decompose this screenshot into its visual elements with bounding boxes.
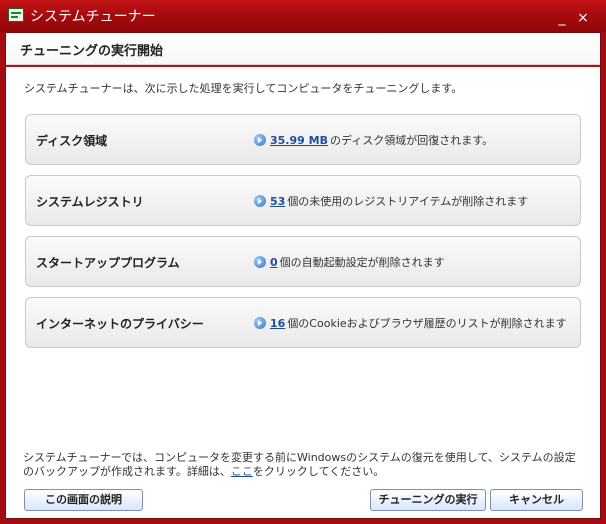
details-link[interactable]: ここ <box>231 465 253 478</box>
internet-privacy-detail-text: 個のCookieおよびブラウザ履歴のリストが削除されます <box>287 317 567 330</box>
internet-privacy-count-link[interactable]: 16 <box>270 317 285 330</box>
restore-point-note-line-2: のバックアップが作成されます。詳細は、ここをクリックしてください。 <box>23 465 583 479</box>
restore-point-note-line-2-before: のバックアップが作成されます。詳細は、 <box>23 465 231 478</box>
header-divider <box>6 65 600 67</box>
startup-programs-detail-text: 個の自動起動設定が削除されます <box>279 256 445 269</box>
internet-privacy-detail: 16 個のCookieおよびブラウザ履歴のリストが削除されます <box>254 315 567 331</box>
system-tuner-icon <box>8 8 24 22</box>
arrow-right-circle-icon[interactable] <box>254 195 266 207</box>
internet-privacy-title: インターネットのプライバシー <box>36 317 204 331</box>
registry-card: システムレジストリ 53 個の未使用のレジストリアイテムが削除されます <box>25 175 581 226</box>
disk-space-card: ディスク領域 35.99 MB のディスク領域が回復されます。 <box>25 114 581 165</box>
close-button[interactable]: × <box>574 10 592 26</box>
dialog-header: チューニングの実行開始 <box>6 33 600 65</box>
restore-point-note-line-2-after: をクリックしてください。 <box>252 465 385 478</box>
dialog-content: チューニングの実行開始 システムチューナーは、次に示した処理を実行してコンピュー… <box>5 32 601 519</box>
start-tuning-button[interactable]: チューニングの実行 <box>370 489 486 511</box>
minimize-button[interactable]: _ <box>553 10 571 26</box>
startup-programs-count-link[interactable]: 0 <box>270 256 278 269</box>
disk-space-title: ディスク領域 <box>36 134 108 148</box>
restore-point-note-line-1: システムチューナーでは、コンピュータを変更する前にWindowsのシステムの復元… <box>23 451 576 464</box>
startup-programs-title: スタートアッププログラム <box>36 256 180 270</box>
registry-detail-text: 個の未使用のレジストリアイテムが削除されます <box>287 195 529 208</box>
startup-programs-card: スタートアッププログラム 0 個の自動起動設定が削除されます <box>25 236 581 287</box>
arrow-right-circle-icon[interactable] <box>254 256 266 268</box>
registry-count-link[interactable]: 53 <box>270 195 285 208</box>
disk-space-detail: 35.99 MB のディスク領域が回復されます。 <box>254 132 493 148</box>
registry-detail: 53 個の未使用のレジストリアイテムが削除されます <box>254 193 528 209</box>
title-bar[interactable]: システムチューナー _ × <box>0 0 606 32</box>
internet-privacy-card: インターネットのプライバシー 16 個のCookieおよびブラウザ履歴のリストが削… <box>25 297 581 348</box>
window-title: システムチューナー <box>30 9 156 25</box>
disk-space-count-link[interactable]: 35.99 MB <box>270 134 328 147</box>
page-title: チューニングの実行開始 <box>20 44 164 59</box>
disk-space-detail-text: のディスク領域が回復されます。 <box>329 134 494 147</box>
registry-title: システムレジストリ <box>36 195 144 209</box>
help-button[interactable]: この画面の説明 <box>24 489 143 511</box>
intro-text: システムチューナーは、次に示した処理を実行してコンピュータをチューニングします。 <box>24 82 463 95</box>
restore-point-note: システムチューナーでは、コンピュータを変更する前にWindowsのシステムの復元… <box>23 451 583 479</box>
cancel-button[interactable]: キャンセル <box>490 489 583 511</box>
arrow-right-circle-icon[interactable] <box>254 134 266 146</box>
arrow-right-circle-icon[interactable] <box>254 317 266 329</box>
system-tuner-window: システムチューナー _ × チューニングの実行開始 システムチューナーは、次に示… <box>0 0 606 524</box>
startup-programs-detail: 0 個の自動起動設定が削除されます <box>254 254 445 270</box>
